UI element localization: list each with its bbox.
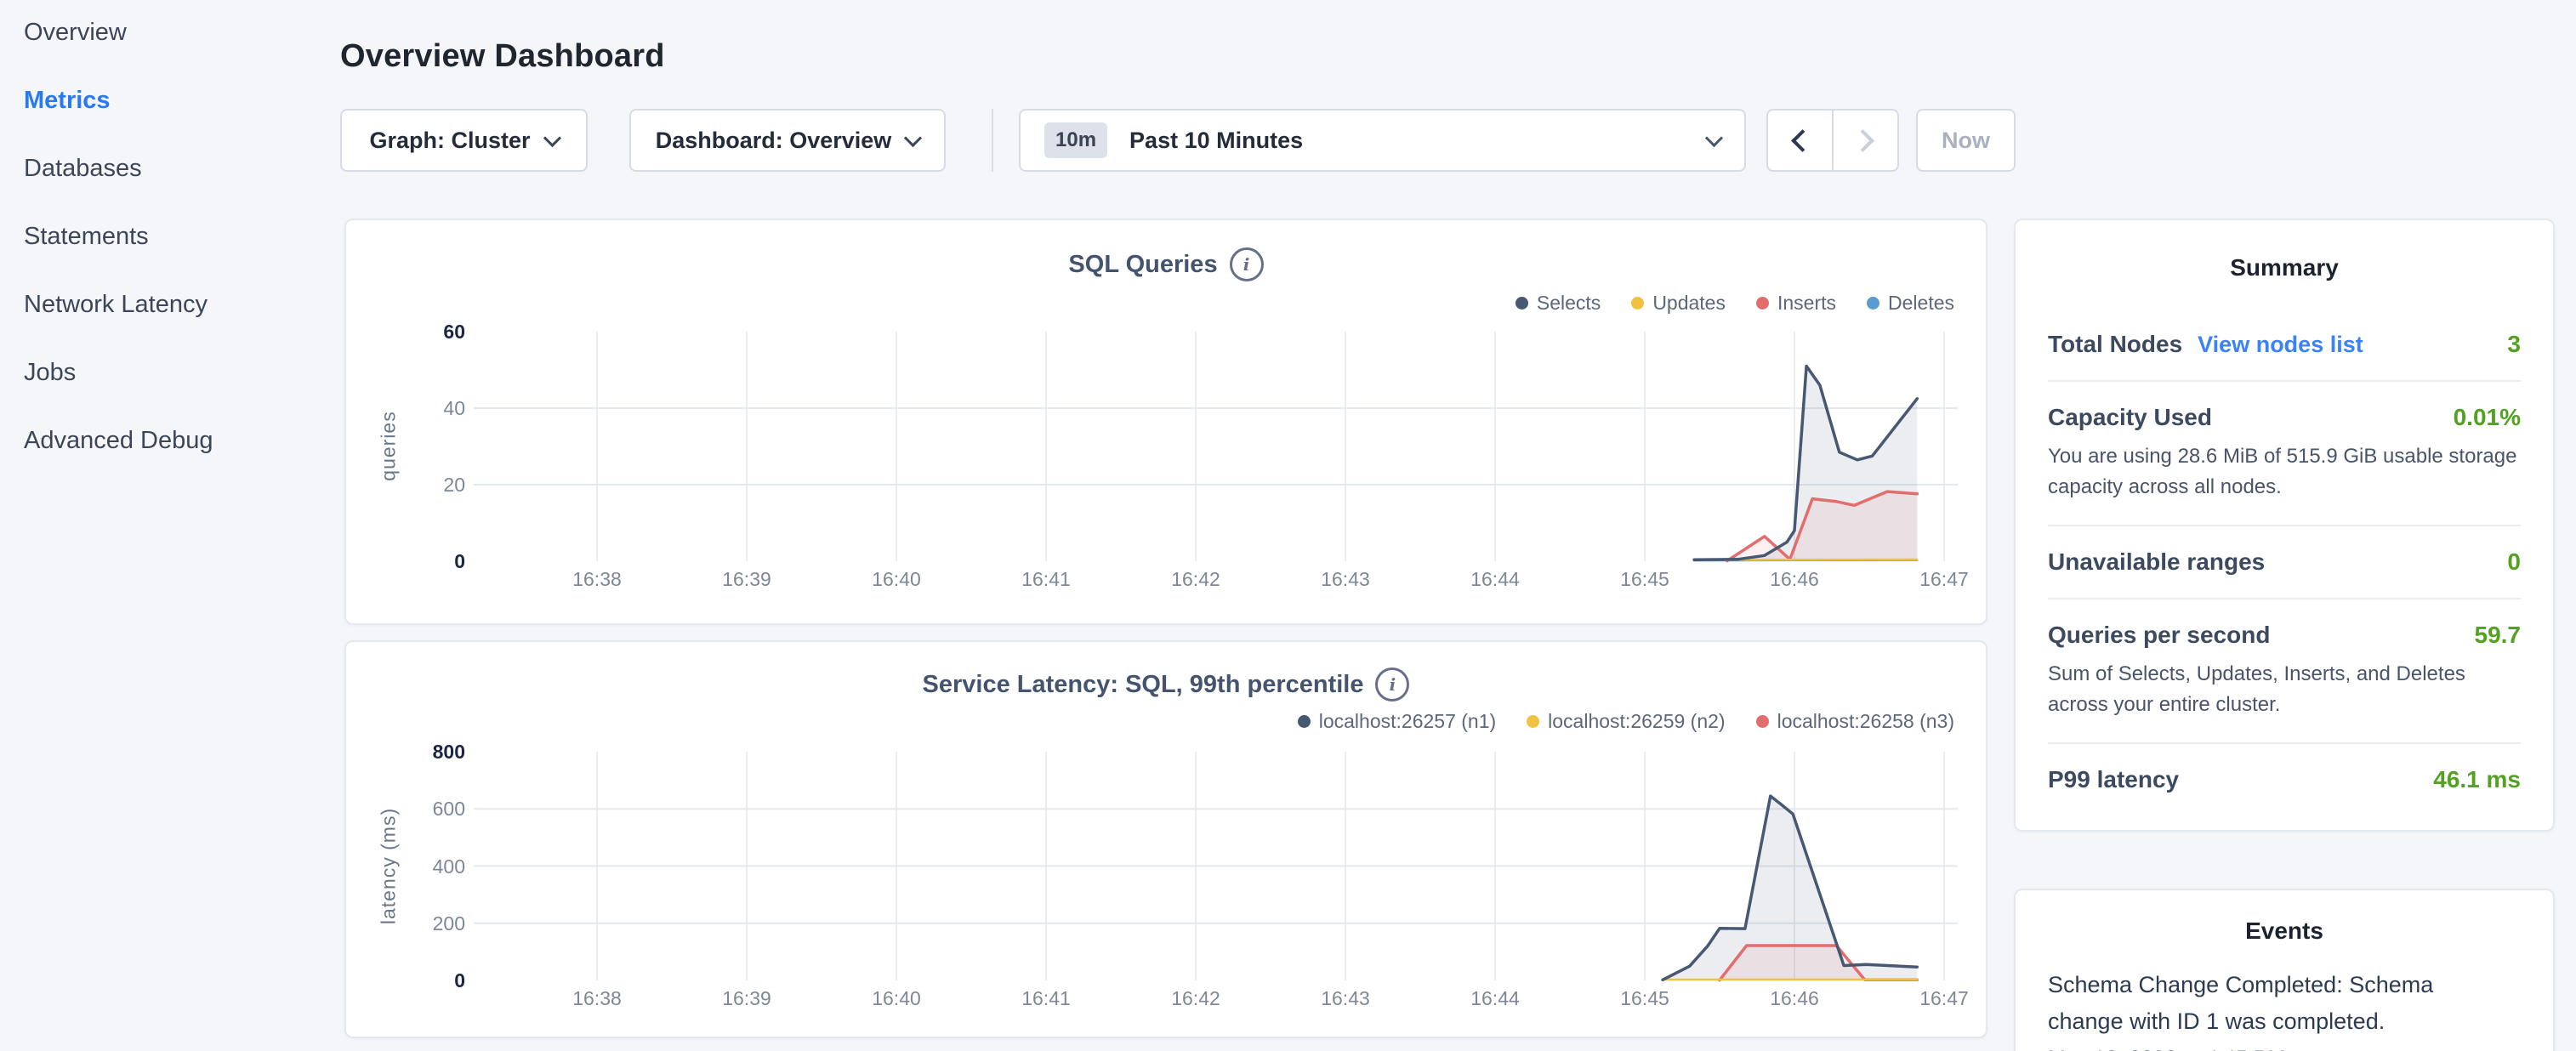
- time-back-button[interactable]: [1768, 111, 1832, 170]
- summary-row-unavailable-ranges: Unavailable ranges 0: [2048, 526, 2521, 599]
- x-axis-tick: 16:45: [1620, 987, 1669, 1010]
- chevron-down-icon: [543, 128, 560, 146]
- x-axis-tick: 16:38: [572, 987, 622, 1010]
- y-axis-tick: 0: [380, 549, 465, 573]
- y-axis-tick: 400: [380, 855, 465, 878]
- x-axis-tick: 16:40: [872, 568, 921, 591]
- chart-canvas[interactable]: [346, 220, 1989, 623]
- now-button-label: Now: [1942, 128, 1990, 154]
- summary-row-label: P99 latency: [2048, 766, 2179, 793]
- y-axis-tick: 60: [380, 320, 465, 344]
- view-nodes-list-link[interactable]: View nodes list: [2198, 332, 2363, 358]
- x-axis-tick: 16:38: [572, 568, 622, 591]
- x-axis-tick: 16:46: [1770, 987, 1819, 1010]
- summary-row-value: 59.7: [2475, 622, 2522, 649]
- sidebar-item-overview[interactable]: Overview: [24, 15, 127, 49]
- summary-row-description: Sum of Selects, Updates, Inserts, and De…: [2048, 659, 2521, 720]
- summary-row-queries-per-second: Queries per second 59.7 Sum of Selects, Up…: [2048, 599, 2521, 744]
- page-title: Overview Dashboard: [340, 38, 665, 75]
- summary-row-total-nodes: Total Nodes View nodes list 3: [2048, 309, 2521, 382]
- summary-row-capacity-used: Capacity Used 0.01% You are using 28.6 MiB…: [2048, 382, 2521, 526]
- sidebar-item-databases[interactable]: Databases: [24, 151, 142, 185]
- x-axis-tick: 16:41: [1021, 987, 1071, 1010]
- x-axis-tick: 16:42: [1171, 568, 1220, 591]
- summary-row-label: Total Nodes: [2048, 331, 2182, 358]
- x-axis-tick: 16:43: [1321, 568, 1370, 591]
- y-axis-tick: 800: [380, 740, 465, 764]
- x-axis-tick: 16:45: [1620, 568, 1669, 591]
- chevron-down-icon: [1705, 128, 1723, 146]
- y-axis-tick: 200: [380, 912, 465, 935]
- page: Overview Metrics Databases Statements Networ…: [0, 0, 2576, 1051]
- sidebar-item-jobs[interactable]: Jobs: [24, 355, 76, 389]
- x-axis-tick: 16:41: [1021, 568, 1071, 591]
- summary-row-p99-latency: P99 latency 46.1 ms: [2048, 744, 2521, 815]
- chart-canvas[interactable]: [346, 642, 1989, 1037]
- chevron-down-icon: [904, 128, 922, 146]
- time-range-dropdown[interactable]: 10m Past 10 Minutes: [1019, 109, 1746, 172]
- graph-dropdown-label: Graph: Cluster: [369, 128, 530, 154]
- time-range-badge: 10m: [1044, 122, 1107, 158]
- sidebar-item-network-latency[interactable]: Network Latency: [24, 287, 208, 321]
- summary-panel: Summary Total Nodes View nodes list 3 Capac…: [2014, 219, 2555, 832]
- x-axis-tick: 16:47: [1919, 987, 1969, 1010]
- controls-divider: [992, 109, 993, 172]
- summary-row-label: Capacity Used: [2048, 404, 2212, 431]
- x-axis-tick: 16:46: [1770, 568, 1819, 591]
- chart-card-service-latency: Service Latency: SQL, 99th percentileilo…: [344, 640, 1987, 1038]
- summary-row-label: Queries per second: [2048, 622, 2270, 649]
- y-axis-tick: 20: [380, 473, 465, 497]
- event-timestamp: May 13, 2020 at 4:45 PM: [2048, 1047, 2521, 1051]
- x-axis-tick: 16:39: [722, 987, 771, 1010]
- summary-row-value: 3: [2507, 331, 2521, 358]
- summary-title: Summary: [2048, 254, 2521, 281]
- summary-row-value: 0: [2507, 548, 2521, 576]
- x-axis-tick: 16:42: [1171, 987, 1220, 1010]
- events-panel: Events Schema Change Completed: Schema c…: [2014, 889, 2555, 1051]
- event-text: Schema Change Completed: Schema change w…: [2048, 967, 2448, 1040]
- sidebar: Overview Metrics Databases Statements Networ…: [0, 0, 340, 1051]
- sidebar-item-advanced-debug[interactable]: Advanced Debug: [24, 423, 213, 457]
- summary-row-value: 0.01%: [2454, 404, 2521, 431]
- summary-row-value: 46.1 ms: [2433, 766, 2521, 793]
- x-axis-tick: 16:43: [1321, 987, 1370, 1010]
- sidebar-item-metrics[interactable]: Metrics: [24, 83, 111, 117]
- x-axis-tick: 16:40: [872, 987, 921, 1010]
- x-axis-tick: 16:44: [1470, 568, 1520, 591]
- x-axis-tick: 16:39: [722, 568, 771, 591]
- time-range-label: Past 10 Minutes: [1129, 128, 1303, 154]
- dashboard-dropdown-label: Dashboard: Overview: [656, 128, 892, 154]
- y-axis-tick: 40: [380, 396, 465, 420]
- x-axis-tick: 16:47: [1919, 568, 1969, 591]
- summary-row-description: You are using 28.6 MiB of 515.9 GiB usab…: [2048, 441, 2521, 503]
- y-axis-tick: 0: [380, 969, 465, 992]
- time-step-buttons: [1766, 109, 1899, 172]
- x-axis-tick: 16:44: [1470, 987, 1520, 1010]
- time-forward-button[interactable]: [1832, 111, 1897, 170]
- now-button[interactable]: Now: [1916, 109, 2016, 172]
- chevron-left-icon: [1791, 129, 1814, 152]
- dashboard-dropdown[interactable]: Dashboard: Overview: [629, 109, 946, 172]
- events-title: Events: [2048, 917, 2521, 945]
- graph-dropdown[interactable]: Graph: Cluster: [340, 109, 588, 172]
- chevron-right-icon: [1851, 129, 1874, 152]
- y-axis-tick: 600: [380, 797, 465, 821]
- summary-row-label: Unavailable ranges: [2048, 548, 2265, 576]
- sidebar-item-statements[interactable]: Statements: [24, 219, 149, 253]
- chart-card-sql-queries: SQL QueriesiSelectsUpdatesInsertsDeletes…: [344, 219, 1987, 625]
